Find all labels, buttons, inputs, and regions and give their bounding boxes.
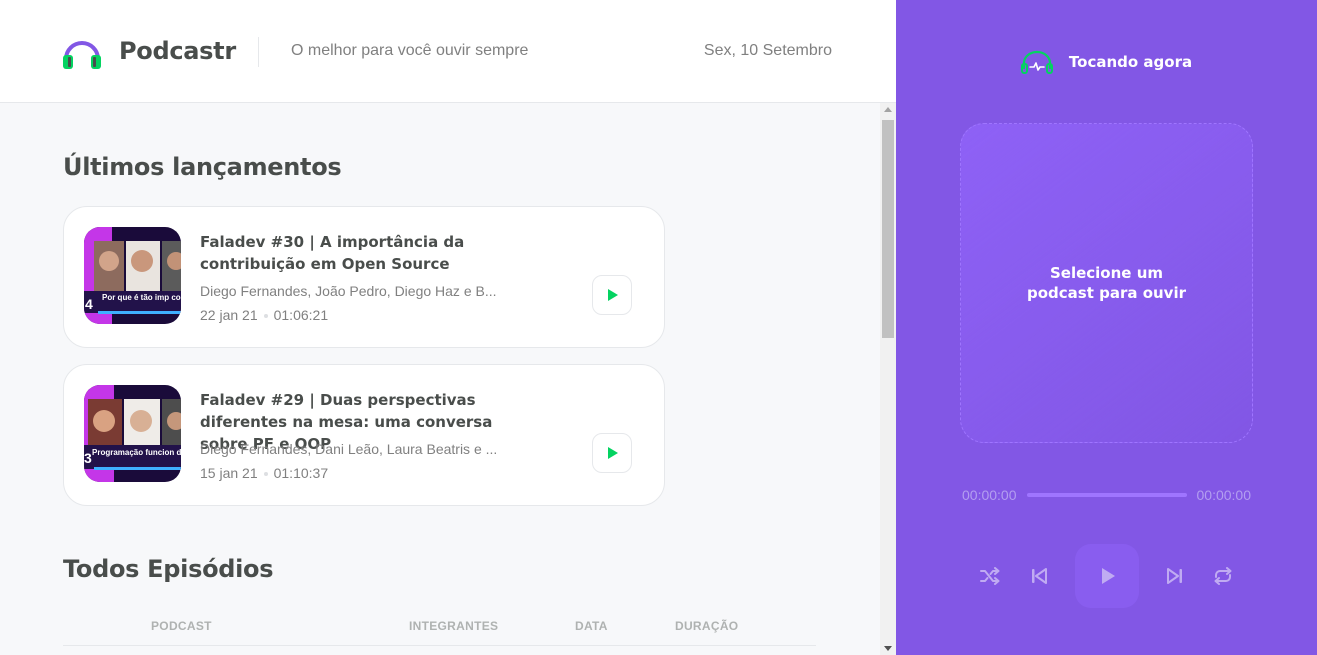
progress-slider[interactable] <box>1026 493 1187 497</box>
separator-dot <box>263 314 268 319</box>
player-header: Tocando agora <box>896 50 1317 74</box>
play-icon <box>1102 568 1115 584</box>
total-time: 00:00:00 <box>1196 487 1252 503</box>
player-controls <box>896 544 1317 608</box>
episode-date: 15 jan 21 <box>200 465 258 481</box>
player-panel: Tocando agora Selecione um podcast para … <box>896 0 1317 655</box>
empty-player-message: Selecione um podcast para ouvir <box>1026 264 1187 302</box>
episode-title[interactable]: Faladev #30 | A importância da contribui… <box>200 231 510 275</box>
episode-meta: 15 jan 21 01:10:37 <box>200 465 328 481</box>
play-pause-button[interactable] <box>1075 544 1139 608</box>
previous-button[interactable] <box>1027 544 1051 608</box>
next-button[interactable] <box>1163 544 1187 608</box>
current-date: Sex, 10 Setembro <box>703 42 832 59</box>
now-playing-title: Tocando agora <box>1068 53 1193 71</box>
table-divider <box>63 645 816 646</box>
episode-duration: 01:10:37 <box>273 465 329 481</box>
current-time: 00:00:00 <box>962 487 1017 503</box>
latest-episode-card: 3 Programação funcion devs orientados a … <box>63 364 665 506</box>
all-episodes-title: Todos Episódios <box>63 555 274 583</box>
shuffle-button[interactable] <box>978 544 1002 608</box>
progress-area: 00:00:00 00:00:00 <box>962 487 1251 503</box>
next-icon <box>1167 568 1182 584</box>
latest-episode-card: 4 Por que é tão imp contribuir em Open S… <box>63 206 665 348</box>
shuffle-icon <box>980 567 1000 585</box>
play-icon <box>608 447 618 459</box>
repeat-icon <box>1214 567 1232 585</box>
column-header-podcast: PODCAST <box>151 619 212 633</box>
thumbnail-number: 4 <box>85 296 93 312</box>
episode-thumbnail[interactable]: 3 Programação funcion devs orientados a … <box>84 385 181 482</box>
app-main-area: Podcastr O melhor para você ouvir sempre… <box>0 0 896 655</box>
repeat-button[interactable] <box>1211 544 1235 608</box>
column-header-members: INTEGRANTES <box>409 619 499 633</box>
play-episode-button[interactable] <box>592 275 632 315</box>
latest-episodes-title: Últimos lançamentos <box>63 153 342 181</box>
column-header-date: DATA <box>575 619 608 633</box>
play-icon <box>608 289 618 301</box>
empty-player-placeholder: Selecione um podcast para ouvir <box>960 123 1253 443</box>
tagline: O melhor para você ouvir sempre <box>291 42 529 59</box>
scroll-up-arrow-icon[interactable] <box>884 107 892 112</box>
scrollbar-thumb[interactable] <box>882 120 894 338</box>
play-episode-button[interactable] <box>592 433 632 473</box>
scroll-down-arrow-icon[interactable] <box>884 646 892 651</box>
now-playing-headphones-icon <box>1020 50 1053 74</box>
episode-thumbnail[interactable]: 4 Por que é tão imp contribuir em Open S <box>84 227 181 324</box>
brand-name[interactable]: Podcastr <box>119 37 236 65</box>
header: Podcastr O melhor para você ouvir sempre… <box>0 0 896 103</box>
separator-dot <box>263 472 268 477</box>
previous-icon <box>1032 568 1047 584</box>
episode-members: Diego Fernandes, Dani Leão, Laura Beatri… <box>200 441 498 457</box>
thumbnail-number: 3 <box>84 450 92 466</box>
thumbnail-caption: Programação funcion devs orientados a o <box>92 448 181 457</box>
column-header-duration: DURAÇÃO <box>675 619 739 633</box>
vertical-scrollbar[interactable] <box>880 103 896 655</box>
episode-duration: 01:06:21 <box>273 307 329 323</box>
episode-members: Diego Fernandes, João Pedro, Diego Haz e… <box>200 283 497 299</box>
episode-date: 22 jan 21 <box>200 307 258 323</box>
header-divider <box>258 37 259 67</box>
headphones-icon <box>63 41 101 69</box>
main-content: Últimos lançamentos 4 Por que é tão imp … <box>0 103 880 655</box>
thumbnail-caption: Por que é tão imp contribuir em Open S <box>102 293 181 302</box>
episode-meta: 22 jan 21 01:06:21 <box>200 307 328 323</box>
